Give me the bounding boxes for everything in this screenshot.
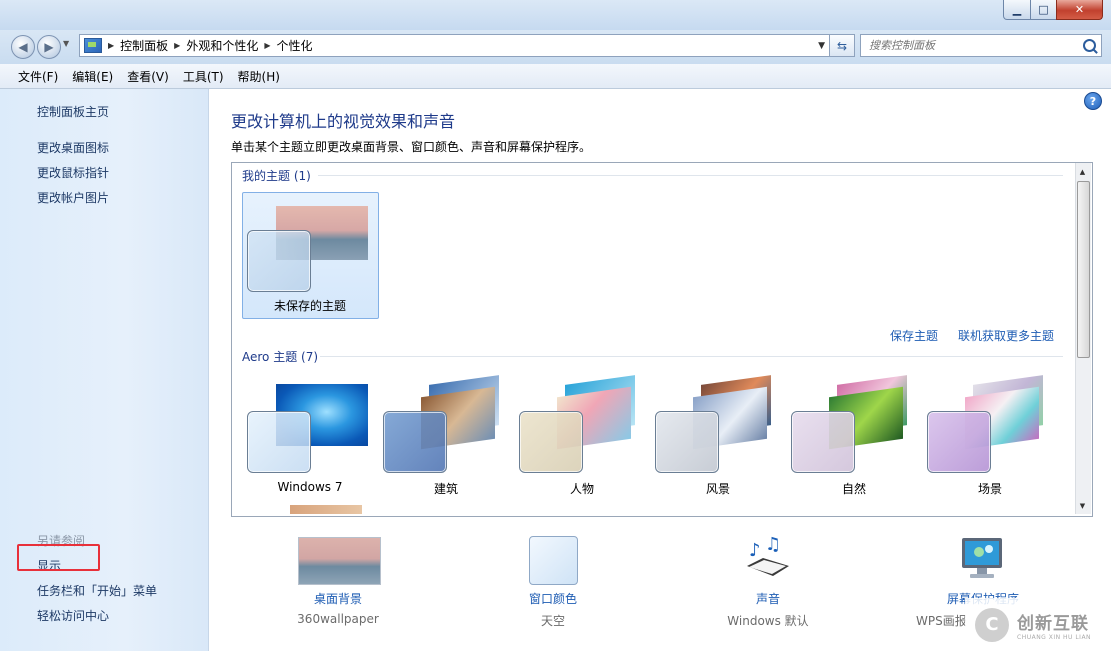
- menu-tools[interactable]: 工具(T): [183, 68, 224, 85]
- menu-help[interactable]: 帮助(H): [238, 68, 280, 85]
- window-glass-preview: [519, 411, 583, 473]
- menu-bar: 文件(F) 编辑(E) 查看(V) 工具(T) 帮助(H): [0, 64, 1111, 89]
- desktop-background-value: 360wallpaper: [297, 612, 379, 626]
- screen-saver-icon[interactable]: [957, 534, 1007, 584]
- theme-scenes[interactable]: 场景: [925, 375, 1055, 496]
- chevron-right-icon[interactable]: ▶: [264, 41, 270, 50]
- sound-icon[interactable]: ♪ ♫: [743, 534, 793, 582]
- close-button[interactable]: ✕: [1056, 0, 1103, 20]
- window-glass-preview: [927, 411, 991, 473]
- theme-label: 建筑: [433, 482, 458, 496]
- search-icon[interactable]: [1083, 39, 1096, 52]
- theme-characters[interactable]: 人物: [517, 375, 647, 496]
- window-color-swatch[interactable]: [529, 536, 578, 585]
- address-dropdown-icon[interactable]: ▼: [818, 41, 825, 51]
- arrow-down-icon: ▼: [1079, 501, 1086, 510]
- refresh-button[interactable]: ⇆: [829, 34, 855, 57]
- sound-value: Windows 默认: [727, 614, 809, 628]
- theme-label: 自然: [841, 482, 866, 496]
- address-bar[interactable]: ▶ 控制面板 ▶ 外观和个性化 ▶ 个性化 ▼: [79, 34, 830, 57]
- scroll-thumb[interactable]: [1077, 181, 1090, 358]
- arrow-up-icon: ▲: [1079, 167, 1086, 176]
- window-color-value: 天空: [540, 614, 565, 628]
- theme-label: 人物: [569, 482, 594, 496]
- search-input[interactable]: [867, 38, 1081, 53]
- sidebar-ease-of-access[interactable]: 轻松访问中心: [37, 607, 109, 624]
- breadcrumb-control-panel[interactable]: 控制面板: [120, 37, 168, 54]
- arrow-right-icon: ▶: [44, 40, 54, 54]
- sidebar-change-account-picture[interactable]: 更改帐户图片: [37, 189, 109, 206]
- page-title: 更改计算机上的视觉效果和声音: [231, 112, 456, 131]
- watermark-logo-icon: C: [975, 607, 1009, 642]
- svg-text:♪: ♪: [749, 540, 761, 561]
- my-themes-header: 我的主题 (1): [242, 169, 311, 183]
- svg-text:♫: ♫: [765, 536, 781, 555]
- get-more-themes-link[interactable]: 联机获取更多主题: [958, 327, 1054, 344]
- breadcrumb-personalization[interactable]: 个性化: [277, 37, 313, 54]
- divider: [318, 175, 1063, 176]
- window-glass-preview: [655, 411, 719, 473]
- watermark-text: 创新互联: [1017, 613, 1089, 634]
- divider: [320, 356, 1063, 357]
- search-box[interactable]: [860, 34, 1102, 57]
- arrow-left-icon: ◀: [18, 40, 28, 54]
- theme-nature[interactable]: 自然: [789, 375, 919, 496]
- desktop-background-thumbnail[interactable]: [298, 537, 381, 585]
- theme-landscapes[interactable]: 风景: [653, 375, 783, 496]
- page-description: 单击某个主题立即更改桌面背景、窗口颜色、声音和屏幕保护程序。: [231, 140, 592, 154]
- theme-label: 风景: [705, 482, 730, 496]
- theme-architecture[interactable]: 建筑: [381, 375, 511, 496]
- control-panel-icon: [84, 38, 102, 53]
- window-glass-preview: [383, 411, 447, 473]
- menu-view[interactable]: 查看(V): [127, 68, 169, 85]
- theme-windows7[interactable]: Windows 7: [245, 380, 375, 495]
- menu-file[interactable]: 文件(F): [18, 68, 58, 85]
- sound-link[interactable]: 声音: [718, 590, 818, 607]
- minimize-button[interactable]: ▁: [1003, 0, 1031, 20]
- window-glass-preview: [791, 411, 855, 473]
- sidebar-change-desktop-icons[interactable]: 更改桌面图标: [37, 139, 109, 156]
- watermark-subtext: CHUANG XIN HU LIAN: [1017, 633, 1092, 641]
- title-bar: [0, 0, 1111, 30]
- menu-edit[interactable]: 编辑(E): [72, 68, 113, 85]
- aero-themes-header: Aero 主题 (7): [242, 350, 319, 364]
- sidebar-change-mouse-pointers[interactable]: 更改鼠标指针: [37, 164, 109, 181]
- window-glass-preview: [247, 230, 311, 292]
- theme-thumbnail: [290, 505, 362, 514]
- breadcrumb-appearance[interactable]: 外观和个性化: [186, 37, 258, 54]
- sidebar-taskbar-start-menu[interactable]: 任务栏和「开始」菜单: [37, 582, 157, 599]
- close-icon: ✕: [1074, 3, 1085, 16]
- window-color-link[interactable]: 窗口颜色: [503, 590, 603, 607]
- theme-label: 未保存的主题: [273, 299, 346, 313]
- sidebar-control-panel-home[interactable]: 控制面板主页: [37, 103, 109, 120]
- save-theme-link[interactable]: 保存主题: [890, 327, 938, 344]
- window-glass-preview: [247, 411, 311, 473]
- refresh-icon: ⇆: [836, 38, 848, 53]
- theme-label: 场景: [977, 482, 1002, 496]
- desktop-background-link[interactable]: 桌面背景: [288, 590, 388, 607]
- maximize-icon: □: [1038, 3, 1049, 16]
- highlight-annotation-box: [17, 544, 100, 571]
- theme-unsaved[interactable]: 未保存的主题: [242, 192, 379, 319]
- chevron-right-icon[interactable]: ▶: [108, 41, 114, 50]
- forward-button[interactable]: ▶: [37, 35, 61, 59]
- maximize-button[interactable]: □: [1030, 0, 1057, 20]
- recent-pages-dropdown[interactable]: ▼: [63, 39, 69, 48]
- minimize-icon: ▁: [1012, 3, 1022, 16]
- chevron-right-icon[interactable]: ▶: [174, 41, 180, 50]
- theme-label: Windows 7: [277, 480, 343, 494]
- scroll-up-button[interactable]: ▲: [1075, 163, 1090, 180]
- watermark: C 创新互联 CHUANG XIN HU LIAN: [965, 598, 1111, 651]
- help-icon[interactable]: ?: [1084, 92, 1102, 110]
- scroll-down-button[interactable]: ▼: [1075, 497, 1090, 514]
- back-button[interactable]: ◀: [11, 35, 35, 59]
